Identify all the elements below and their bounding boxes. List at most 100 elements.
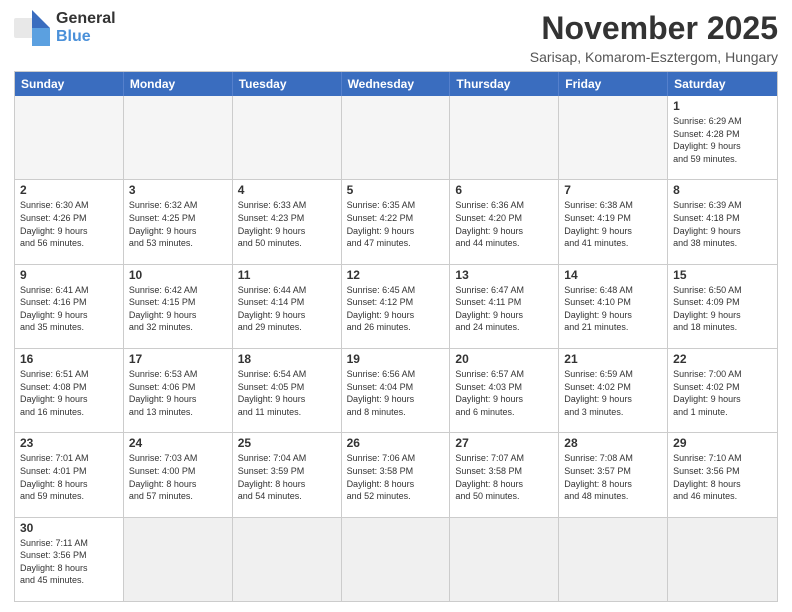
cal-cell-day-1: 1 Sunrise: 6:29 AM Sunset: 4:28 PM Daylig… — [668, 96, 777, 179]
cal-header-thursday: Thursday — [450, 72, 559, 96]
cal-cell-empty — [124, 96, 233, 179]
day-info: Sunrise: 6:36 AM Sunset: 4:20 PM Dayligh… — [455, 199, 553, 249]
cal-cell-empty — [233, 96, 342, 179]
cal-cell-day-29: 29 Sunrise: 7:10 AM Sunset: 3:56 PM Dayli… — [668, 433, 777, 516]
cal-cell-day-25: 25Sunrise: 7:04 AM Sunset: 3:59 PM Dayli… — [233, 433, 342, 516]
day-number: 23 — [20, 436, 118, 450]
cal-cell-day-9: 9Sunrise: 6:41 AM Sunset: 4:16 PM Daylig… — [15, 265, 124, 348]
day-info: Sunrise: 7:01 AM Sunset: 4:01 PM Dayligh… — [20, 452, 118, 502]
day-info: Sunrise: 6:33 AM Sunset: 4:23 PM Dayligh… — [238, 199, 336, 249]
cal-header-tuesday: Tuesday — [233, 72, 342, 96]
day-info: Sunrise: 7:04 AM Sunset: 3:59 PM Dayligh… — [238, 452, 336, 502]
day-number: 30 — [20, 521, 118, 535]
cal-cell-day-18: 18 Sunrise: 6:54 AM Sunset: 4:05 PM Dayli… — [233, 349, 342, 432]
logo: General Blue — [14, 10, 116, 46]
cal-cell-empty — [559, 518, 668, 601]
cal-cell-day-26: 26 Sunrise: 7:06 AM Sunset: 3:58 PM Dayli… — [342, 433, 451, 516]
cal-cell-empty — [342, 518, 451, 601]
day-number: 7 — [564, 183, 662, 197]
day-number: 13 — [455, 268, 553, 282]
day-info: Sunrise: 6:56 AM Sunset: 4:04 PM Dayligh… — [347, 368, 445, 418]
day-info: Sunrise: 6:48 AM Sunset: 4:10 PM Dayligh… — [564, 284, 662, 334]
logo-blue-text: Blue — [56, 28, 91, 46]
cal-cell-day-23: 23 Sunrise: 7:01 AM Sunset: 4:01 PM Dayli… — [15, 433, 124, 516]
cal-cell-day-4: 4 Sunrise: 6:33 AM Sunset: 4:23 PM Daylig… — [233, 180, 342, 263]
day-info: Sunrise: 6:32 AM Sunset: 4:25 PM Dayligh… — [129, 199, 227, 249]
cal-row-1: 1 Sunrise: 6:29 AM Sunset: 4:28 PM Daylig… — [15, 96, 777, 179]
cal-cell-empty — [15, 96, 124, 179]
day-number: 18 — [238, 352, 336, 366]
day-number: 16 — [20, 352, 118, 366]
day-info: Sunrise: 6:47 AM Sunset: 4:11 PM Dayligh… — [455, 284, 553, 334]
header: General Blue November 2025 Sarisap, Koma… — [14, 10, 778, 65]
day-number: 27 — [455, 436, 553, 450]
page: General Blue November 2025 Sarisap, Koma… — [0, 0, 792, 612]
day-number: 28 — [564, 436, 662, 450]
cal-header-monday: Monday — [124, 72, 233, 96]
header-right: November 2025 Sarisap, Komarom-Esztergom… — [530, 10, 778, 65]
cal-row-2: 2Sunrise: 6:30 AM Sunset: 4:26 PM Daylig… — [15, 179, 777, 263]
day-number: 10 — [129, 268, 227, 282]
cal-cell-empty — [233, 518, 342, 601]
cal-cell-day-15: 15Sunrise: 6:50 AM Sunset: 4:09 PM Dayli… — [668, 265, 777, 348]
cal-cell-day-10: 10 Sunrise: 6:42 AM Sunset: 4:15 PM Dayli… — [124, 265, 233, 348]
day-info: Sunrise: 6:39 AM Sunset: 4:18 PM Dayligh… — [673, 199, 772, 249]
cal-cell-day-13: 13 Sunrise: 6:47 AM Sunset: 4:11 PM Dayli… — [450, 265, 559, 348]
day-number: 5 — [347, 183, 445, 197]
day-number: 24 — [129, 436, 227, 450]
location: Sarisap, Komarom-Esztergom, Hungary — [530, 49, 778, 65]
cal-cell-day-6: 6Sunrise: 6:36 AM Sunset: 4:20 PM Daylig… — [450, 180, 559, 263]
day-number: 12 — [347, 268, 445, 282]
cal-cell-day-2: 2Sunrise: 6:30 AM Sunset: 4:26 PM Daylig… — [15, 180, 124, 263]
cal-header-sunday: Sunday — [15, 72, 124, 96]
cal-cell-empty — [668, 518, 777, 601]
cal-cell-day-28: 28Sunrise: 7:08 AM Sunset: 3:57 PM Dayli… — [559, 433, 668, 516]
calendar-header: SundayMondayTuesdayWednesdayThursdayFrid… — [15, 72, 777, 96]
cal-cell-day-21: 21 Sunrise: 6:59 AM Sunset: 4:02 PM Dayli… — [559, 349, 668, 432]
day-number: 3 — [129, 183, 227, 197]
day-info: Sunrise: 6:57 AM Sunset: 4:03 PM Dayligh… — [455, 368, 553, 418]
day-number: 14 — [564, 268, 662, 282]
day-number: 1 — [673, 99, 772, 113]
cal-cell-day-12: 12Sunrise: 6:45 AM Sunset: 4:12 PM Dayli… — [342, 265, 451, 348]
day-info: Sunrise: 6:35 AM Sunset: 4:22 PM Dayligh… — [347, 199, 445, 249]
day-info: Sunrise: 6:51 AM Sunset: 4:08 PM Dayligh… — [20, 368, 118, 418]
cal-cell-day-3: 3 Sunrise: 6:32 AM Sunset: 4:25 PM Daylig… — [124, 180, 233, 263]
day-number: 15 — [673, 268, 772, 282]
day-info: Sunrise: 6:29 AM Sunset: 4:28 PM Dayligh… — [673, 115, 772, 165]
day-info: Sunrise: 6:42 AM Sunset: 4:15 PM Dayligh… — [129, 284, 227, 334]
cal-cell-day-14: 14 Sunrise: 6:48 AM Sunset: 4:10 PM Dayli… — [559, 265, 668, 348]
day-number: 2 — [20, 183, 118, 197]
day-number: 19 — [347, 352, 445, 366]
day-number: 4 — [238, 183, 336, 197]
cal-header-wednesday: Wednesday — [342, 72, 451, 96]
cal-cell-day-19: 19 Sunrise: 6:56 AM Sunset: 4:04 PM Dayli… — [342, 349, 451, 432]
month-title: November 2025 — [530, 10, 778, 47]
day-number: 9 — [20, 268, 118, 282]
cal-cell-day-24: 24Sunrise: 7:03 AM Sunset: 4:00 PM Dayli… — [124, 433, 233, 516]
cal-row-6: 30Sunrise: 7:11 AM Sunset: 3:56 PM Dayli… — [15, 517, 777, 601]
cal-cell-day-8: 8Sunrise: 6:39 AM Sunset: 4:18 PM Daylig… — [668, 180, 777, 263]
day-number: 26 — [347, 436, 445, 450]
cal-cell-day-30: 30Sunrise: 7:11 AM Sunset: 3:56 PM Dayli… — [15, 518, 124, 601]
day-number: 29 — [673, 436, 772, 450]
cal-cell-empty — [124, 518, 233, 601]
cal-cell-empty — [450, 518, 559, 601]
day-number: 21 — [564, 352, 662, 366]
cal-cell-day-27: 27Sunrise: 7:07 AM Sunset: 3:58 PM Dayli… — [450, 433, 559, 516]
day-info: Sunrise: 6:53 AM Sunset: 4:06 PM Dayligh… — [129, 368, 227, 418]
cal-cell-day-20: 20Sunrise: 6:57 AM Sunset: 4:03 PM Dayli… — [450, 349, 559, 432]
day-info: Sunrise: 7:00 AM Sunset: 4:02 PM Dayligh… — [673, 368, 772, 418]
day-info: Sunrise: 6:44 AM Sunset: 4:14 PM Dayligh… — [238, 284, 336, 334]
day-number: 22 — [673, 352, 772, 366]
day-info: Sunrise: 6:54 AM Sunset: 4:05 PM Dayligh… — [238, 368, 336, 418]
calendar: SundayMondayTuesdayWednesdayThursdayFrid… — [14, 71, 778, 602]
day-info: Sunrise: 6:59 AM Sunset: 4:02 PM Dayligh… — [564, 368, 662, 418]
logo-general-text: General — [56, 10, 116, 28]
cal-row-3: 9Sunrise: 6:41 AM Sunset: 4:16 PM Daylig… — [15, 264, 777, 348]
cal-cell-day-16: 16 Sunrise: 6:51 AM Sunset: 4:08 PM Dayli… — [15, 349, 124, 432]
day-info: Sunrise: 7:06 AM Sunset: 3:58 PM Dayligh… — [347, 452, 445, 502]
day-info: Sunrise: 7:10 AM Sunset: 3:56 PM Dayligh… — [673, 452, 772, 502]
cal-cell-day-7: 7Sunrise: 6:38 AM Sunset: 4:19 PM Daylig… — [559, 180, 668, 263]
logo-text-block: General Blue — [56, 10, 116, 45]
